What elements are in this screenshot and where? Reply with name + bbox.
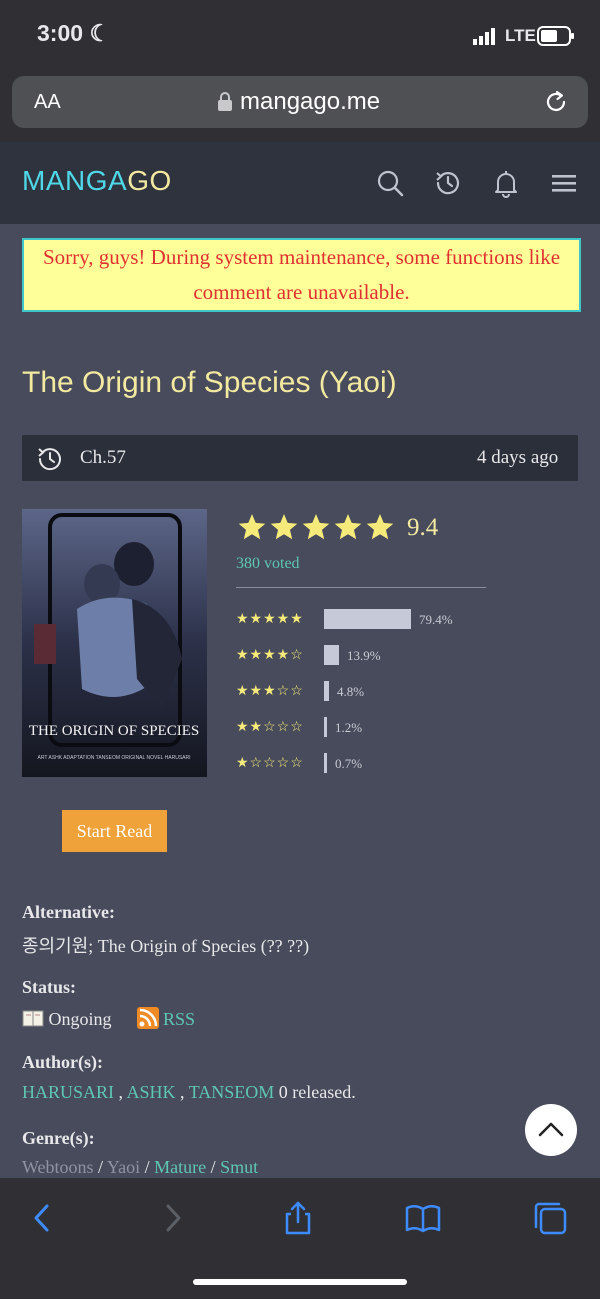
tabs-icon[interactable] (532, 1200, 568, 1236)
star-icon (270, 514, 298, 540)
rating-row-stars: ★☆☆☆☆ (236, 756, 304, 771)
lock-icon (218, 92, 232, 111)
divider (236, 587, 486, 588)
rating-stars (238, 514, 394, 540)
status-time: 3:00 ☾ (37, 20, 111, 46)
author-link[interactable]: TANSEOM (189, 1082, 275, 1102)
history-icon[interactable] (433, 168, 463, 198)
rating-percent: 13.9% (347, 648, 381, 663)
bell-icon[interactable] (491, 168, 521, 198)
rating-percent: 1.2% (335, 720, 363, 735)
rating-row-stars: ★★★★☆ (236, 648, 304, 663)
star-icon (334, 514, 362, 540)
alternative-label: Alternative: (22, 902, 115, 922)
forward-icon[interactable] (155, 1200, 191, 1236)
rating-row-stars: ★★☆☆☆ (236, 720, 304, 735)
url-text: mangago.me (240, 88, 381, 115)
network-type: LTE (505, 26, 536, 45)
alternative-value: 종의기원; The Origin of Species (?? ??) (22, 936, 310, 956)
text-size-button[interactable]: AA (34, 91, 61, 114)
genres-row: Webtoons / Yaoi / Mature / Smut (22, 1157, 259, 1177)
history-icon (38, 448, 61, 471)
rating-score: 9.4 (407, 514, 439, 541)
status-row: Ongoing RSS (22, 1007, 195, 1030)
start-read-button[interactable]: Start Read (62, 810, 167, 852)
rating-bar (324, 681, 329, 701)
latest-chapter[interactable]: Ch.57 (80, 447, 126, 469)
rating-row-stars: ★★★★★ (236, 612, 304, 627)
page-title: The Origin of Species (Yaoi) (22, 366, 397, 399)
genre-link[interactable]: Mature (154, 1157, 206, 1177)
cover-image[interactable]: THE ORIGIN OF SPECIES ART ASHK ADAPTATIO… (22, 509, 207, 777)
status-value: Ongoing (48, 1009, 112, 1029)
author-link[interactable]: ASHK (127, 1082, 176, 1102)
rating-percent: 0.7% (335, 756, 363, 771)
back-icon[interactable] (25, 1200, 61, 1236)
genres-label: Genre(s): (22, 1128, 95, 1148)
maintenance-notice: Sorry, guys! During system maintenance, … (22, 238, 581, 312)
cover-title: THE ORIGIN OF SPECIES (29, 723, 199, 739)
back-to-top-button[interactable] (525, 1104, 577, 1156)
moon-icon: ☾ (89, 20, 111, 46)
authors-row: HARUSARI , ASHK , TANSEOM 0 released. (22, 1082, 356, 1102)
rss-icon[interactable] (136, 1007, 159, 1029)
book-icon (22, 1010, 44, 1027)
released-text: 0 released. (278, 1082, 356, 1102)
genre-link[interactable]: Yaoi (107, 1157, 140, 1177)
bookmarks-icon[interactable] (405, 1200, 441, 1236)
rating-bar (324, 645, 339, 665)
battery-icon (537, 26, 574, 46)
genre-link[interactable]: Webtoons (22, 1157, 94, 1177)
rating-bar (324, 717, 327, 737)
rating-bar (324, 609, 411, 629)
share-icon[interactable] (280, 1200, 316, 1236)
search-icon[interactable] (375, 168, 405, 198)
genre-link[interactable]: Smut (220, 1157, 258, 1177)
reload-icon[interactable] (543, 89, 569, 115)
rating-percent: 4.8% (337, 684, 365, 699)
rss-link[interactable]: RSS (163, 1009, 195, 1029)
author-link[interactable]: HARUSARI (22, 1082, 114, 1102)
star-icon (366, 514, 394, 540)
menu-icon[interactable] (549, 168, 579, 198)
rating-row-stars: ★★★☆☆ (236, 684, 304, 699)
signal-icon (473, 28, 495, 45)
rating-percent: 79.4% (419, 612, 453, 627)
vote-count: 380 voted (236, 555, 300, 572)
authors-label: Author(s): (22, 1052, 103, 1072)
star-icon (302, 514, 330, 540)
cover-credits: ART ASHK ADAPTATION TANSEOM ORIGINAL NOV… (38, 755, 191, 761)
rating-bar (324, 753, 327, 773)
star-icon (238, 514, 266, 540)
updated-time: 4 days ago (477, 447, 559, 468)
home-indicator (193, 1279, 407, 1285)
site-logo[interactable]: MANGAGO (22, 165, 172, 197)
status-label: Status: (22, 977, 77, 997)
chevron-up-icon (538, 1122, 564, 1137)
